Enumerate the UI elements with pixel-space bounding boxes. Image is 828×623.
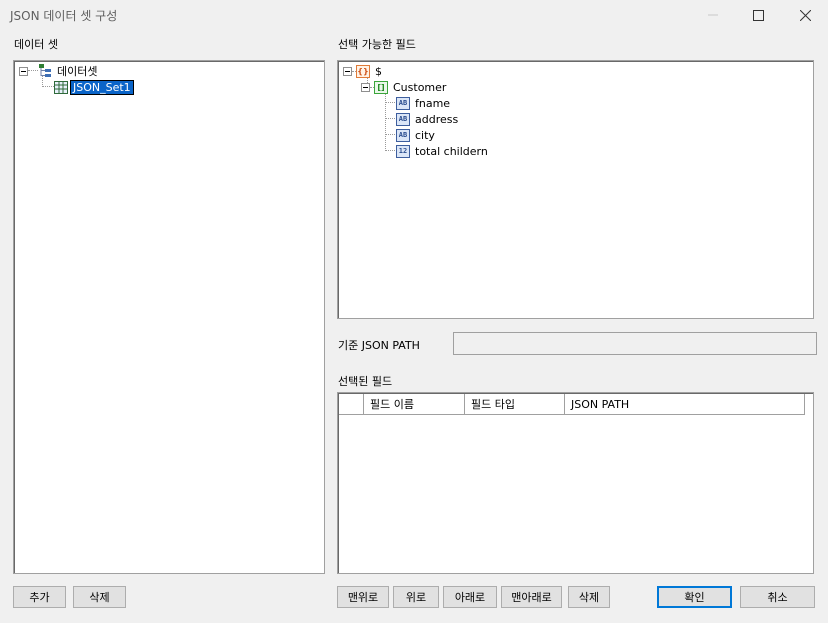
string-type-icon: AB: [396, 96, 410, 110]
tree-node-field[interactable]: AB fname: [396, 95, 450, 111]
dataset-folder-icon: [38, 64, 52, 78]
available-fields-label: 선택 가능한 필드: [338, 38, 416, 51]
number-type-icon: 12: [396, 144, 410, 158]
tree-line: [385, 102, 395, 103]
delete-field-button[interactable]: 삭제: [568, 586, 610, 608]
ok-button[interactable]: 확인: [657, 586, 732, 608]
tree-node-field[interactable]: AB address: [396, 111, 458, 127]
collapse-toggle[interactable]: [361, 82, 370, 92]
object-icon: {}: [356, 64, 370, 78]
available-fields-tree[interactable]: {} $ [] Customer AB fname AB address AB …: [337, 60, 814, 319]
tree-node-root[interactable]: {} $: [343, 63, 382, 79]
window-title: JSON 데이터 셋 구성: [10, 9, 118, 23]
json-path-input[interactable]: [453, 332, 817, 355]
selected-fields-grid[interactable]: 필드 이름 필드 타입 JSON PATH: [337, 392, 814, 574]
field-label: fname: [415, 96, 451, 110]
grid-row-header: [339, 394, 364, 415]
tree-node-customer[interactable]: [] Customer: [361, 79, 446, 95]
root-node-label: $: [375, 64, 382, 78]
move-down-button[interactable]: 아래로: [443, 586, 497, 608]
tree-node-json-set1[interactable]: JSON_Set1: [54, 79, 134, 95]
minimize-icon: [708, 14, 718, 16]
grid-column-header[interactable]: 필드 타입: [465, 394, 565, 415]
close-button[interactable]: [782, 0, 828, 30]
delete-dataset-button[interactable]: 삭제: [73, 586, 126, 608]
string-type-icon: AB: [396, 128, 410, 142]
dataset-tree[interactable]: 데이터셋 JSON_Set1: [13, 60, 325, 574]
tree-node-field[interactable]: AB city: [396, 127, 435, 143]
tree-line: [385, 134, 395, 135]
maximize-icon: [752, 9, 764, 21]
tree-line: [385, 118, 395, 119]
move-top-button[interactable]: 맨위로: [337, 586, 389, 608]
maximize-button[interactable]: [735, 0, 781, 30]
grid-column-header[interactable]: JSON PATH: [565, 394, 805, 415]
move-up-button[interactable]: 위로: [393, 586, 439, 608]
cancel-button[interactable]: 취소: [740, 586, 815, 608]
move-bottom-button[interactable]: 맨아래로: [501, 586, 562, 608]
selected-fields-label: 선택된 필드: [338, 375, 393, 388]
json-set1-label[interactable]: JSON_Set1: [70, 79, 134, 95]
dataset-label: 데이터 셋: [14, 38, 58, 51]
collapse-toggle[interactable]: [343, 66, 352, 76]
dataset-root-label: 데이터셋: [57, 65, 98, 78]
field-label: city: [415, 128, 435, 142]
tree-node-field[interactable]: 12 total childern: [396, 143, 488, 159]
title-bar: JSON 데이터 셋 구성: [0, 0, 828, 30]
array-icon: []: [374, 80, 388, 94]
close-icon: [799, 9, 811, 21]
tree-line: [42, 86, 54, 87]
tree-node-dataset-root[interactable]: 데이터셋: [19, 63, 97, 79]
field-label: address: [415, 112, 459, 126]
table-icon: [54, 80, 68, 94]
string-type-icon: AB: [396, 112, 410, 126]
add-button[interactable]: 추가: [13, 586, 66, 608]
minimize-button[interactable]: [690, 0, 736, 30]
json-path-label: 기준 JSON PATH: [338, 339, 420, 352]
tree-line: [385, 150, 395, 151]
grid-column-header[interactable]: 필드 이름: [364, 394, 465, 415]
customer-node-label: Customer: [393, 80, 447, 94]
field-label: total childern: [415, 144, 488, 158]
collapse-toggle[interactable]: [19, 66, 28, 76]
